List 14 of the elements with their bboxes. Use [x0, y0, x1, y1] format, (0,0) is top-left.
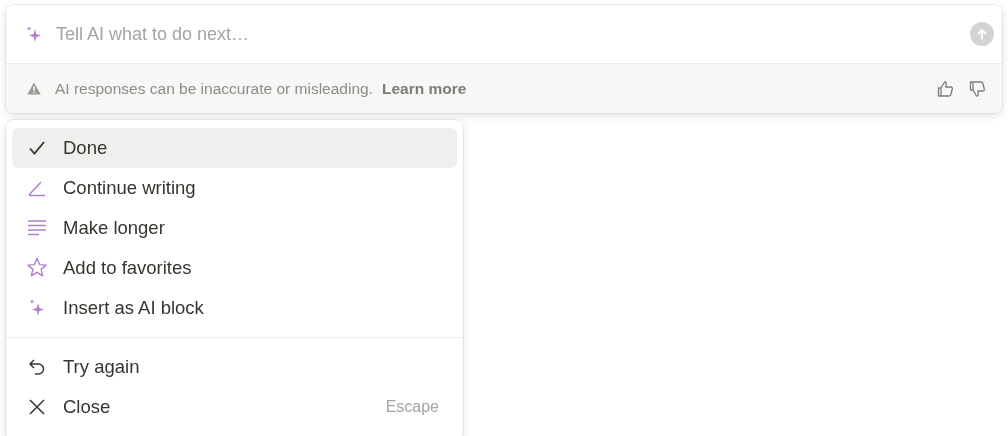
- arrow-up-icon: [976, 28, 988, 40]
- menu-item[interactable]: Done: [12, 128, 457, 168]
- menu-item[interactable]: Make longer: [12, 208, 457, 248]
- menu-item[interactable]: Insert as AI block: [12, 288, 457, 328]
- disclaimer-text: AI responses can be inaccurate or misleading.: [55, 79, 373, 98]
- warning-icon: [27, 82, 41, 95]
- shortcut-hint: Escape: [385, 398, 439, 416]
- prompt-input[interactable]: Tell AI what to do next…: [54, 22, 960, 46]
- learn-more-link[interactable]: Learn more: [381, 79, 467, 98]
- star-icon: [26, 257, 48, 279]
- menu-item[interactable]: Continue writing: [12, 168, 457, 208]
- menu-item[interactable]: Try again: [12, 347, 457, 387]
- menu-item[interactable]: Close Escape: [12, 387, 457, 427]
- menu-item[interactable]: Add to favorites: [12, 248, 457, 288]
